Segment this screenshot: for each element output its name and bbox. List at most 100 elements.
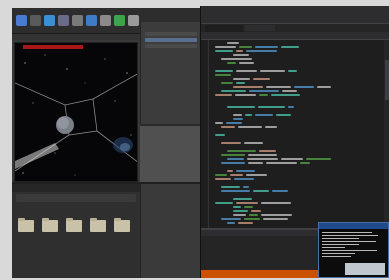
console-output-line [322, 238, 359, 239]
save-button[interactable] [16, 15, 27, 26]
code-line-segment [233, 214, 246, 216]
game-editor-window [12, 8, 200, 278]
code-line-segment [221, 190, 250, 192]
console-output-line [322, 256, 351, 257]
output-log-panel[interactable] [140, 182, 200, 278]
source-control-button[interactable] [30, 15, 41, 26]
code-line-segment [247, 158, 278, 160]
code-line-segment [227, 62, 236, 64]
code-line-segment [227, 222, 235, 224]
content-browser-tabs[interactable] [12, 184, 140, 192]
code-line-segment [265, 126, 277, 128]
code-line-segment [244, 218, 260, 220]
code-line-segment [227, 158, 244, 160]
code-line-segment [244, 206, 253, 208]
code-line-segment [233, 198, 252, 200]
console-output-line [322, 232, 372, 233]
code-line-segment [282, 90, 297, 92]
ide-document-tabs [201, 24, 389, 32]
code-line-segment [230, 174, 243, 176]
document-tab-active[interactable] [205, 25, 243, 32]
console-window[interactable] [318, 222, 389, 278]
code-line-segment [227, 170, 233, 172]
console-title-bar[interactable] [319, 223, 388, 229]
code-line-segment [226, 122, 242, 124]
content-button[interactable] [44, 15, 55, 26]
code-line-segment [227, 106, 255, 108]
line-number-gutter [201, 40, 209, 228]
code-line-segment [221, 126, 235, 128]
blueprints-button[interactable] [86, 15, 97, 26]
launch-button[interactable] [128, 15, 139, 26]
marketplace-button[interactable] [58, 15, 69, 26]
code-line-segment [215, 50, 233, 52]
content-browser [12, 182, 140, 278]
code-line-segment [294, 86, 314, 88]
folder-icon[interactable] [114, 218, 130, 232]
code-line-segment [236, 82, 245, 84]
code-text-area[interactable] [211, 42, 383, 228]
folder-icon[interactable] [90, 218, 106, 232]
ide-navigation-bar[interactable] [201, 32, 389, 40]
viewport-tab-strip[interactable] [12, 34, 140, 40]
code-line-segment [306, 158, 331, 160]
code-line-segment [246, 50, 277, 52]
outliner-row[interactable] [145, 44, 197, 48]
code-line-segment [260, 70, 285, 72]
folder-label [66, 234, 82, 240]
console-output-line [322, 241, 376, 242]
code-line-segment [233, 118, 243, 120]
code-line-segment [233, 206, 241, 208]
level-viewport[interactable] [14, 42, 138, 182]
space-scene [15, 54, 137, 176]
scrollbar-thumb[interactable] [385, 60, 389, 100]
code-line-segment [246, 174, 267, 176]
code-line-segment [236, 50, 243, 52]
code-line-segment [266, 162, 297, 164]
code-line-segment [215, 122, 223, 124]
code-line-segment [221, 162, 245, 164]
details-panel[interactable] [140, 124, 200, 182]
code-line-segment [221, 58, 252, 60]
play-button[interactable] [114, 15, 125, 26]
folder-icon[interactable] [42, 218, 58, 232]
code-line-segment [236, 170, 255, 172]
code-line-segment [221, 218, 241, 220]
content-browser-path-bar[interactable] [16, 194, 136, 202]
build-button[interactable] [100, 15, 111, 26]
settings-button[interactable] [72, 15, 83, 26]
folder-label [90, 234, 106, 240]
code-line-segment [233, 54, 249, 56]
code-line-segment [263, 218, 288, 220]
code-line-segment [221, 90, 246, 92]
outliner-row-selected[interactable] [145, 38, 197, 42]
code-scrollbar[interactable] [384, 40, 389, 228]
code-line-segment [245, 114, 252, 116]
code-line-segment [259, 150, 276, 152]
code-line-segment [238, 222, 253, 224]
code-line-segment [255, 114, 273, 116]
document-tab[interactable] [245, 25, 275, 31]
code-line-segment [221, 142, 241, 144]
code-line-segment [233, 210, 248, 212]
code-line-segment [239, 62, 254, 64]
code-line-segment [227, 42, 239, 44]
code-line-segment [253, 78, 270, 80]
console-output-line [322, 247, 345, 248]
code-line-segment [233, 114, 242, 116]
outliner-row[interactable] [145, 32, 197, 36]
code-line-segment [221, 82, 233, 84]
folder-label [114, 234, 130, 240]
viewport-header-bar [23, 45, 83, 49]
code-line-segment [317, 86, 331, 88]
code-line-segment [255, 46, 278, 48]
console-output-line [322, 253, 355, 254]
ide-menu-bar[interactable] [201, 6, 389, 24]
folder-icon[interactable] [18, 218, 34, 232]
code-line-segment [248, 162, 263, 164]
code-line-segment [234, 178, 254, 180]
code-line-segment [261, 202, 291, 204]
console-output-line [322, 244, 359, 245]
folder-icon[interactable] [66, 218, 82, 232]
code-line-segment [271, 94, 300, 96]
